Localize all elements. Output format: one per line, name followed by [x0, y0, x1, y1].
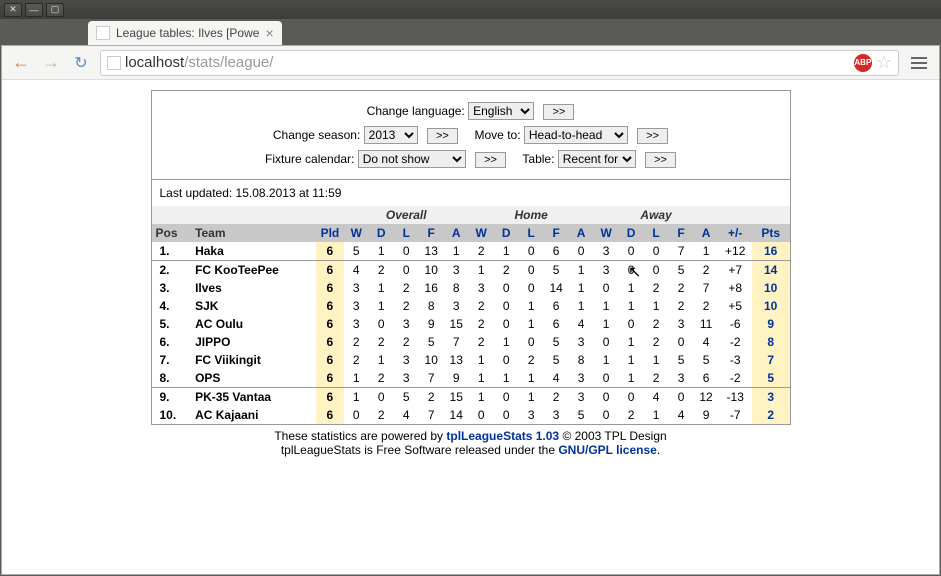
- table-row: 10.AC Kajaani60247140033502149-72: [152, 406, 790, 424]
- table-go-button[interactable]: >>: [645, 152, 676, 168]
- table-row: 6.JIPPO6222572105301204-28: [152, 333, 790, 351]
- tab-strip: League tables: Ilves [Powe ×: [0, 19, 941, 45]
- fixture-go-button[interactable]: >>: [475, 152, 506, 168]
- adblock-icon[interactable]: ABP: [854, 54, 872, 72]
- product-link[interactable]: tplLeagueStats 1.03: [446, 429, 559, 443]
- address-bar[interactable]: localhost/stats/league/ ABP ☆: [100, 50, 899, 76]
- col-pld: Pld: [316, 224, 344, 242]
- season-go-button[interactable]: >>: [427, 128, 458, 144]
- col-pm: +/-: [719, 224, 752, 242]
- season-select[interactable]: 2013: [364, 126, 418, 144]
- license-link[interactable]: GNU/GPL license: [558, 443, 656, 457]
- fixture-label: Fixture calendar:: [265, 152, 354, 166]
- moveto-label: Move to:: [475, 128, 521, 142]
- col-pts: Pts: [752, 224, 790, 242]
- col-team: Team: [191, 224, 316, 242]
- site-icon: [107, 56, 121, 70]
- forward-button[interactable]: →: [40, 52, 62, 74]
- browser-tab[interactable]: League tables: Ilves [Powe ×: [88, 21, 282, 45]
- browser-toolbar: ← → ↻ localhost/stats/league/ ABP ☆: [2, 46, 939, 80]
- table-row: 2.FC KooTeePee64201031205130052+714: [152, 261, 790, 280]
- page-content: Change language: English >> Change seaso…: [2, 80, 939, 574]
- hamburger-menu-button[interactable]: [907, 51, 931, 75]
- window-minimize-button[interactable]: —: [25, 3, 43, 17]
- league-table: Overall Home Away Pos Team Pld WDLFA WDL…: [152, 206, 790, 424]
- last-updated: Last updated: 15.08.2013 at 11:59: [152, 180, 790, 206]
- fixture-select[interactable]: Do not show: [358, 150, 466, 168]
- season-label: Change season:: [273, 128, 360, 142]
- bookmark-icon[interactable]: ☆: [876, 52, 892, 73]
- moveto-select[interactable]: Head-to-head: [524, 126, 628, 144]
- controls-bar: Change language: English >> Change seaso…: [152, 91, 790, 180]
- window-close-button[interactable]: ✕: [4, 3, 22, 17]
- language-label: Change language:: [367, 104, 465, 118]
- language-go-button[interactable]: >>: [543, 104, 574, 120]
- table-row: 5.AC Oulu630391520164102311-69: [152, 315, 790, 333]
- group-overall: Overall: [344, 206, 469, 224]
- footer: These statistics are powered by tplLeagu…: [2, 425, 939, 461]
- table-row: 9.PK-35 Vantaa610521510123004012-133: [152, 388, 790, 407]
- reload-button[interactable]: ↻: [70, 52, 92, 74]
- tab-title: League tables: Ilves [Powe: [116, 26, 259, 40]
- language-select[interactable]: English: [468, 102, 534, 120]
- close-icon[interactable]: ×: [265, 25, 273, 41]
- table-row: 3.Ilves631216830014101227+810: [152, 279, 790, 297]
- url-text: localhost/stats/league/: [125, 54, 850, 71]
- group-home: Home: [469, 206, 594, 224]
- back-button[interactable]: ←: [10, 52, 32, 74]
- table-row: 1.Haka65101312106030071+1216: [152, 242, 790, 261]
- window-maximize-button[interactable]: ▢: [46, 3, 64, 17]
- league-panel: Change language: English >> Change seaso…: [151, 90, 791, 425]
- col-pos: Pos: [152, 224, 192, 242]
- page-icon: [96, 26, 110, 40]
- window-titlebar: ✕ — ▢: [0, 0, 941, 19]
- table-select[interactable]: Recent form: [558, 150, 636, 168]
- moveto-go-button[interactable]: >>: [637, 128, 668, 144]
- table-row: 8.OPS6123791114301236-25: [152, 369, 790, 388]
- table-row: 4.SJK6312832016111122+510: [152, 297, 790, 315]
- group-away: Away: [594, 206, 719, 224]
- table-label: Table:: [522, 152, 554, 166]
- table-row: 7.FC Viikingit621310131025811155-37: [152, 351, 790, 369]
